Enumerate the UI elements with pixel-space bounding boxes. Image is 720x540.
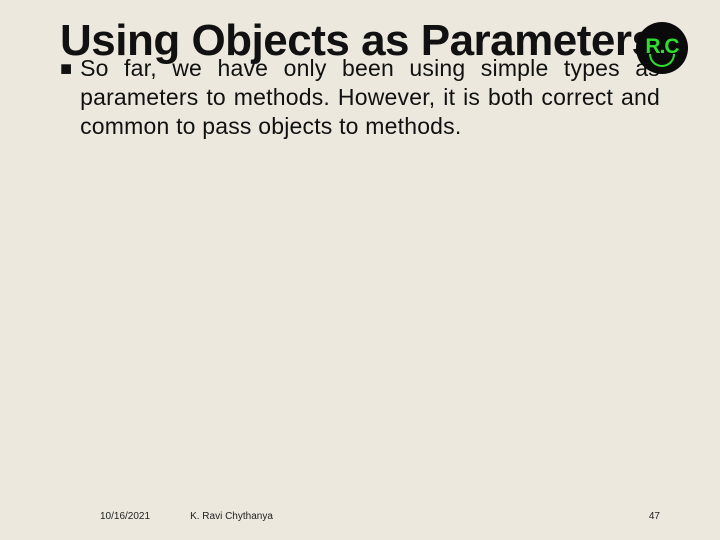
body-row: ■ So far, we have only been using simple…: [60, 54, 660, 140]
footer: 10/16/2021 K. Ravi Chythanya 47: [100, 511, 660, 522]
body-text: So far, we have only been using simple t…: [80, 54, 660, 140]
logo-badge: R.C: [636, 22, 688, 74]
slide-container: Using Objects as Parameters ■ So far, we…: [0, 0, 720, 540]
bullet-icon: ■: [60, 56, 72, 82]
footer-date: 10/16/2021: [100, 511, 150, 522]
footer-page-number: 47: [649, 511, 660, 522]
footer-author: K. Ravi Chythanya: [190, 511, 273, 522]
logo-arc-icon: [649, 54, 675, 67]
